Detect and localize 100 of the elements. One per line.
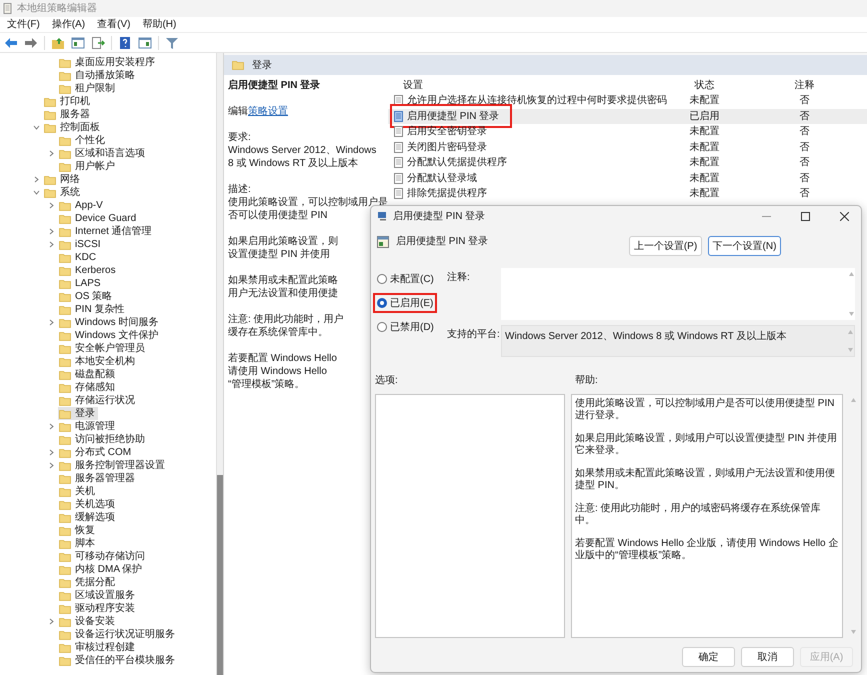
menu-item[interactable]: 文件(F): [2, 16, 45, 32]
platform-text: Windows Server 2012、Windows 8 或 Windows RT 及以上版本: [504, 330, 788, 344]
tree-item[interactable]: 本地安全机构: [58, 355, 138, 368]
properties-pane-icon[interactable]: [138, 36, 152, 50]
chevron-right-icon[interactable]: [48, 241, 55, 248]
chevron-right-icon[interactable]: [48, 228, 55, 235]
chevron-right-icon[interactable]: [48, 202, 55, 209]
tree-item[interactable]: 分布式 COM: [58, 446, 134, 459]
scrollbar-thumb[interactable]: [217, 475, 223, 675]
column-header[interactable]: 状态: [667, 78, 742, 93]
dialog-button[interactable]: 取消: [741, 647, 794, 667]
scrollbar[interactable]: [216, 53, 223, 675]
tree-item[interactable]: 服务器: [43, 108, 93, 121]
tree-item[interactable]: 脚本: [58, 537, 98, 550]
table-row[interactable]: 排除凭据提供程序 未配置 否: [388, 186, 867, 202]
menu-item[interactable]: 操作(A): [46, 16, 90, 32]
tree-item[interactable]: 安全帐户管理员: [58, 342, 148, 355]
tree-item[interactable]: 关机: [58, 485, 98, 498]
tree-item[interactable]: 系统: [43, 186, 83, 199]
radio-option[interactable]: 已禁用(D): [377, 320, 434, 334]
tree-item[interactable]: Device Guard: [58, 212, 140, 225]
folder-icon: [44, 96, 56, 106]
folder-icon: [59, 474, 71, 484]
folder-icon: [59, 162, 71, 172]
tree-item[interactable]: 区域和语言选项: [58, 147, 148, 160]
radio-option[interactable]: 已启用(E): [377, 296, 434, 310]
tree-item[interactable]: 打印机: [43, 95, 93, 108]
table-row[interactable]: 分配默认凭据提供程序 未配置 否: [388, 155, 867, 170]
tree-item[interactable]: 关机选项: [58, 498, 118, 511]
tree-item[interactable]: 登录: [58, 407, 98, 420]
chevron-down-icon[interactable]: [33, 124, 40, 131]
help-text: 如果禁用或未配置此策略设置，则域用户无法设置和使用便捷型 PIN。: [575, 468, 836, 492]
tree-item[interactable]: App-V: [58, 199, 106, 212]
tree-item[interactable]: 凭据分配: [58, 576, 118, 589]
menu-item[interactable]: 帮助(H): [137, 16, 182, 32]
chevron-right-icon[interactable]: [48, 150, 55, 157]
tree-item[interactable]: 磁盘配额: [58, 368, 118, 381]
tree-item[interactable]: 可移动存储访问: [58, 550, 148, 563]
tree-item[interactable]: 恢复: [58, 524, 98, 537]
chevron-right-icon[interactable]: [48, 319, 55, 326]
folder-up-icon[interactable]: [51, 36, 65, 50]
column-header[interactable]: 注释: [742, 78, 867, 93]
table-row[interactable]: 允许用户选择在从连接待机恢复的过程中何时要求提供密码 未配置 否: [388, 93, 867, 108]
dialog-button[interactable]: 确定: [682, 647, 735, 667]
chevron-right-icon[interactable]: [48, 462, 55, 469]
folder-icon: [59, 356, 71, 366]
tree-item[interactable]: 设备安装: [58, 615, 118, 628]
tree-item[interactable]: 存储感知: [58, 381, 118, 394]
chevron-right-icon[interactable]: [33, 176, 40, 183]
tree-item[interactable]: 受信任的平台模块服务: [58, 654, 178, 667]
tree-item[interactable]: 存储运行状况: [58, 394, 138, 407]
tree-item[interactable]: 控制面板: [43, 121, 103, 134]
tree-pane-icon[interactable]: [71, 36, 85, 50]
help-icon[interactable]: [118, 36, 132, 50]
table-row[interactable]: 关闭图片密码登录 未配置 否: [388, 140, 867, 155]
tree-item[interactable]: 桌面应用安装程序: [58, 56, 158, 69]
tree-item[interactable]: Windows 时间服务: [58, 316, 162, 329]
back-arrow-icon[interactable]: [4, 36, 18, 50]
tree-item[interactable]: 驱动程序安装: [58, 602, 138, 615]
tree-item[interactable]: 访问被拒绝协助: [58, 433, 148, 446]
tree-item[interactable]: 缓解选项: [58, 511, 118, 524]
tree-item[interactable]: Internet 通信管理: [58, 225, 155, 238]
tree-item[interactable]: 区域设置服务: [58, 589, 138, 602]
tree-item[interactable]: 自动播放策略: [58, 69, 138, 82]
tree-item[interactable]: KDC: [58, 251, 100, 264]
folder-icon: [59, 642, 71, 652]
tree-item[interactable]: iSCSI: [58, 238, 104, 251]
help-text: 使用此策略设置，可以控制域用户是否可以使用便捷型 PIN 进行登录。: [575, 398, 836, 422]
menu-item[interactable]: 查看(V): [92, 16, 136, 32]
tree-item[interactable]: 内核 DMA 保护: [58, 563, 146, 576]
chevron-right-icon[interactable]: [48, 449, 55, 456]
tree-item[interactable]: 审核过程创建: [58, 641, 138, 654]
table-row[interactable]: 分配默认登录域 未配置 否: [388, 170, 867, 186]
tree-item[interactable]: 用户帐户: [58, 160, 118, 173]
column-header[interactable]: 设置: [388, 78, 667, 93]
tree-item[interactable]: 网络: [43, 173, 83, 186]
radio-option[interactable]: 未配置(C): [377, 272, 434, 286]
tree-item[interactable]: 电源管理: [58, 420, 118, 433]
table-row[interactable]: 启用安全密钥登录 未配置 否: [388, 124, 867, 140]
export-list-icon[interactable]: [91, 36, 105, 50]
chevron-right-icon[interactable]: [48, 618, 55, 625]
table-cell-text: 否: [798, 125, 810, 140]
chevron-right-icon[interactable]: [48, 423, 55, 430]
tree-item[interactable]: 服务控制管理器设置: [58, 459, 168, 472]
forward-arrow-icon[interactable]: [24, 36, 38, 50]
tree-item[interactable]: 租户限制: [58, 82, 118, 95]
policy-title: 启用便捷型 PIN 登录: [228, 79, 322, 92]
tree-item[interactable]: 个性化: [58, 134, 108, 147]
chevron-down-icon[interactable]: [33, 189, 40, 196]
tree-item[interactable]: OS 策略: [58, 290, 116, 303]
tree-item[interactable]: PIN 复杂性: [58, 303, 128, 316]
tree-item[interactable]: 设备运行状况证明服务: [58, 628, 178, 641]
tree-item[interactable]: Windows 文件保护: [58, 329, 162, 342]
nav-button[interactable]: 上一个设置(P): [629, 236, 702, 256]
tree-item[interactable]: Kerberos: [58, 264, 119, 277]
filter-icon[interactable]: [165, 36, 179, 50]
tree-item[interactable]: 服务器管理器: [58, 472, 138, 485]
policy-settings-link[interactable]: 策略设置: [248, 106, 288, 117]
tree-item[interactable]: LAPS: [58, 277, 104, 290]
nav-button[interactable]: 下一个设置(N): [708, 236, 781, 256]
